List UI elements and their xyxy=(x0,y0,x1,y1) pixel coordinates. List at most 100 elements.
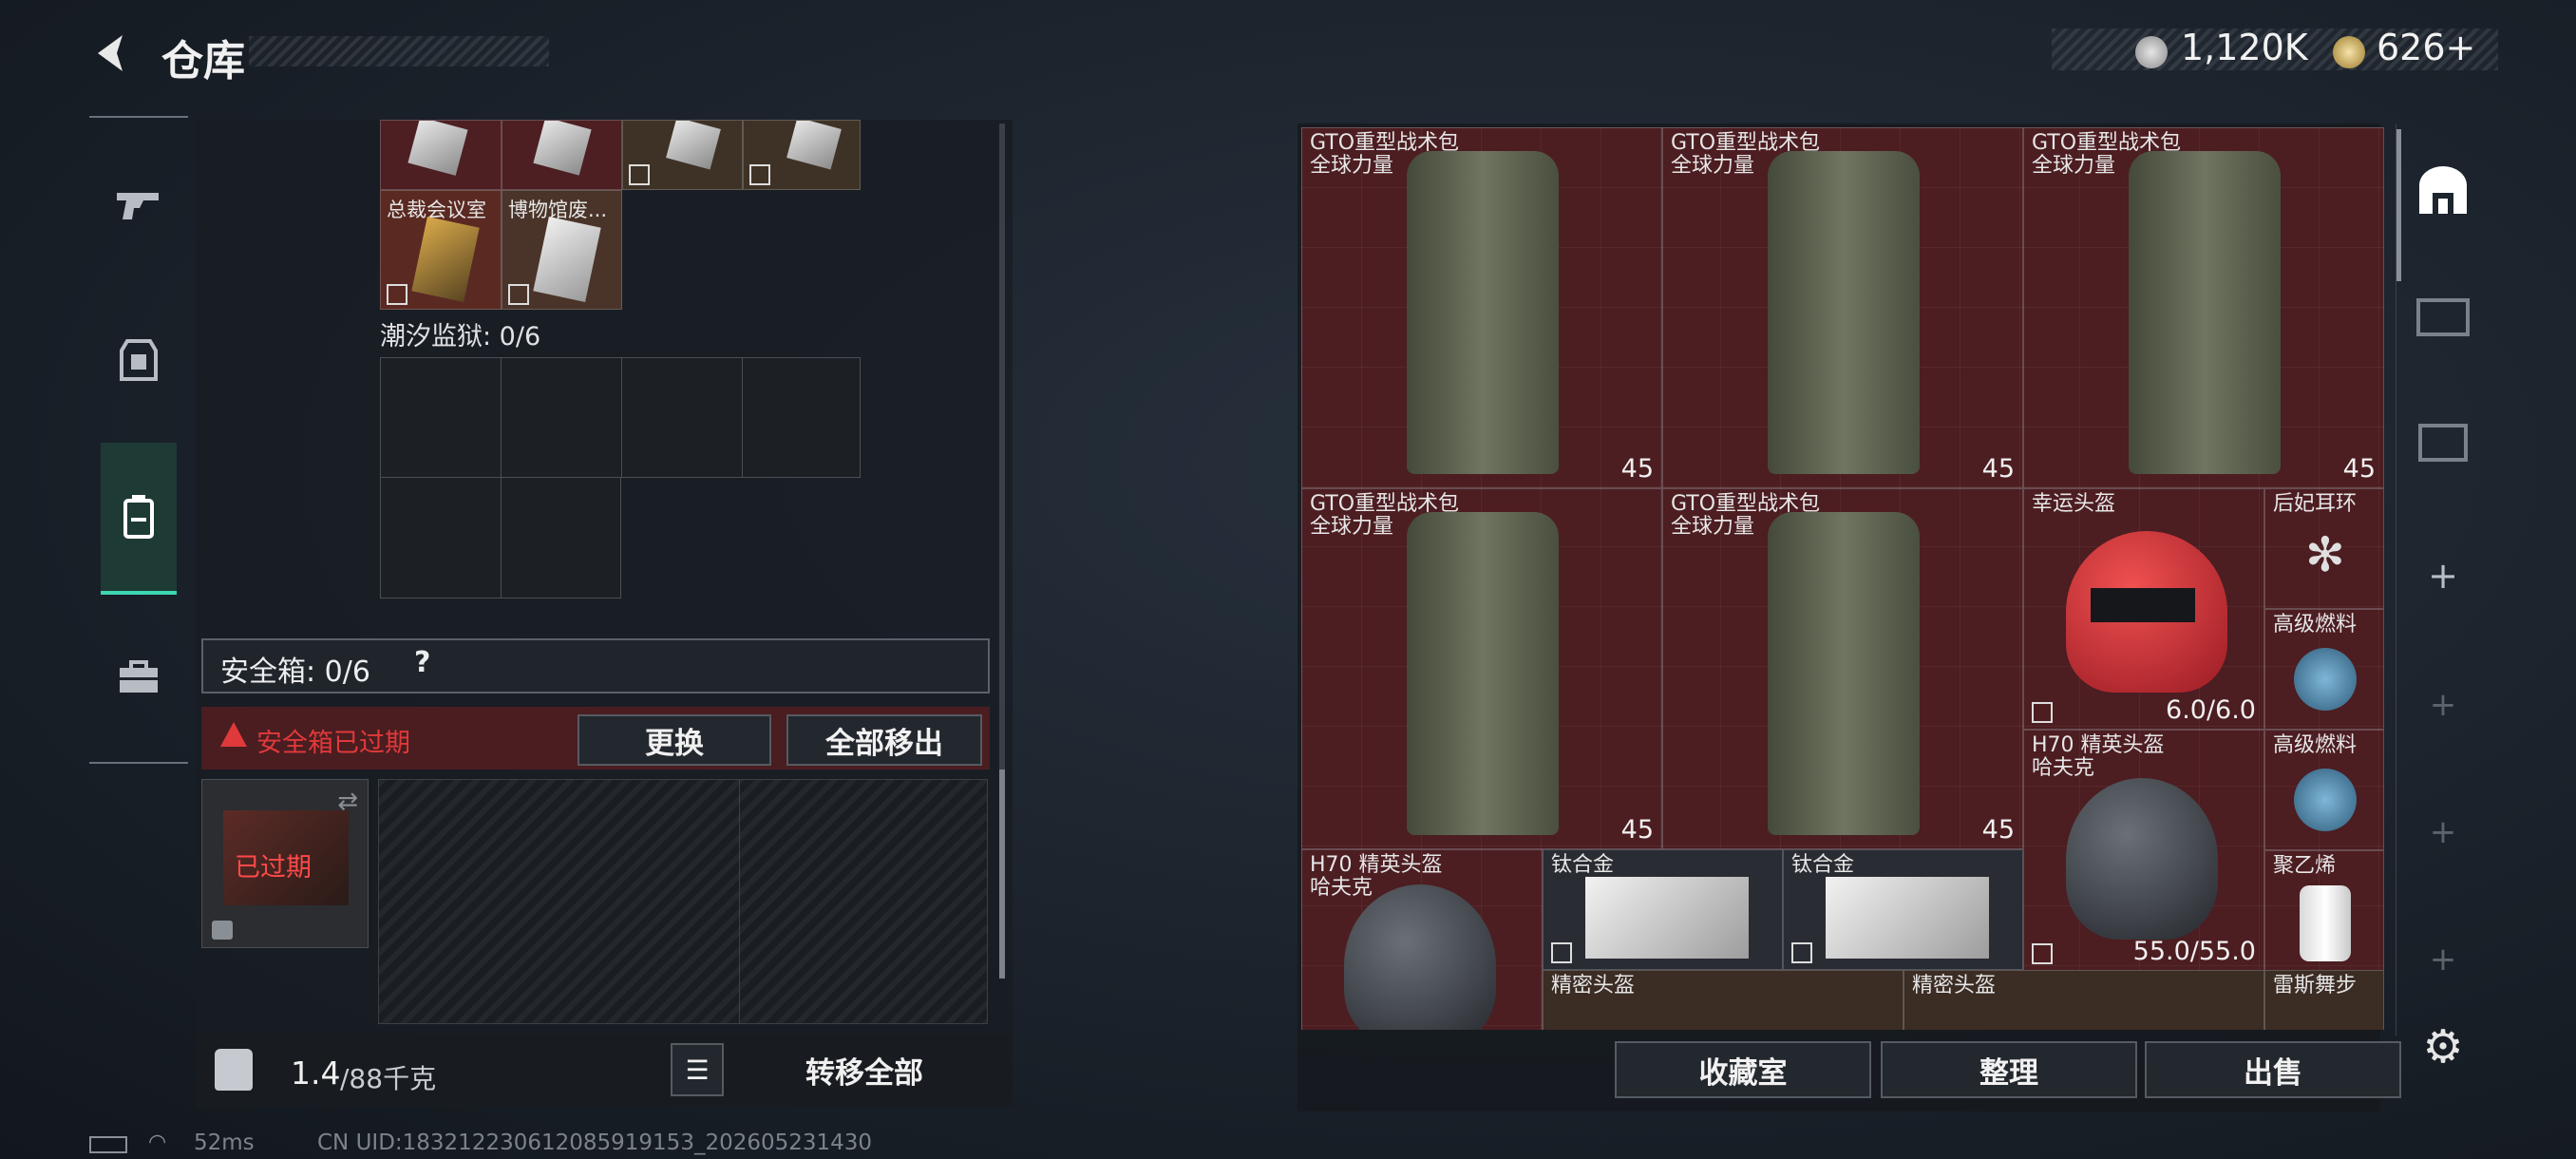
replace-button[interactable]: 更换 xyxy=(578,714,771,766)
stash-item-titanium[interactable]: 钛合金 xyxy=(1783,849,2023,970)
gold-coin-icon[interactable] xyxy=(2333,36,2365,68)
add-container-slot[interactable]: + xyxy=(2403,665,2483,745)
stash-tab[interactable] xyxy=(2403,152,2483,232)
item-count: 45 xyxy=(1981,454,2015,484)
plus-icon: + xyxy=(2429,940,2457,978)
nav-backpack-tab[interactable] xyxy=(101,443,177,595)
currency1-value: 1,120K xyxy=(2181,27,2308,68)
backpack-icon xyxy=(1768,512,1920,835)
currency2-value[interactable]: 626+ xyxy=(2377,27,2475,68)
inventory-item[interactable] xyxy=(380,120,502,190)
item-count: 45 xyxy=(1981,815,2015,845)
add-container-slot[interactable]: + xyxy=(2403,920,2483,999)
document-icon xyxy=(533,121,592,176)
item-brand: 全球力量 xyxy=(1671,154,1755,178)
collection-room-button[interactable]: 收藏室 xyxy=(1615,1041,1871,1098)
swap-icon: ⇄ xyxy=(337,788,358,816)
stash-item-backpack[interactable]: GTO重型战术包 全球力量 45 xyxy=(1301,488,1662,849)
silver-coin-icon xyxy=(2135,36,2168,68)
durability: 55.0/55.0 xyxy=(2132,937,2256,966)
keycard-icon xyxy=(411,217,480,302)
weight-icon xyxy=(215,1049,253,1091)
weight-current: 1.4 xyxy=(291,1054,341,1092)
item-count: 45 xyxy=(2342,454,2376,484)
backpack-icon xyxy=(2129,151,2281,474)
expired-badge: 已过期 xyxy=(235,853,312,883)
container-tab-4[interactable] xyxy=(2403,277,2483,357)
key-slot[interactable] xyxy=(380,477,502,598)
spool-icon xyxy=(2300,885,2351,961)
inventory-item[interactable] xyxy=(502,120,622,190)
stash-item-fuel[interactable]: 高级燃料 xyxy=(2264,730,2384,850)
nav-weapon-tab[interactable] xyxy=(89,162,188,247)
backpack-icon xyxy=(1407,151,1559,474)
inventory-item[interactable] xyxy=(743,120,861,190)
stash-item-backpack[interactable]: GTO重型战术包 全球力量 45 xyxy=(1662,127,2023,488)
helmet-icon xyxy=(1344,884,1496,1030)
case-icon xyxy=(2416,298,2470,336)
no-trade-icon xyxy=(749,164,770,185)
helmet-icon xyxy=(2066,778,2218,940)
item-name: 高级燃料 xyxy=(2273,733,2358,757)
move-all-out-button[interactable]: 全部移出 xyxy=(786,714,982,766)
stash-item-titanium[interactable]: 钛合金 xyxy=(1543,849,1783,970)
key-slot[interactable] xyxy=(621,357,743,478)
item-name: 幸运头盔 xyxy=(2032,492,2116,516)
add-container-button[interactable]: + xyxy=(2403,536,2483,616)
keycard-icon xyxy=(533,217,601,302)
title-decoration xyxy=(249,36,549,66)
back-button[interactable] xyxy=(85,27,139,80)
help-icon[interactable]: ? xyxy=(414,646,430,679)
durability: 6.0/6.0 xyxy=(2166,695,2256,725)
no-trade-icon xyxy=(1551,942,1572,963)
add-container-slot[interactable]: + xyxy=(2403,792,2483,872)
plus-icon: + xyxy=(2429,686,2457,724)
earring-icon: ✻ xyxy=(2305,527,2345,582)
sell-button[interactable]: 出售 xyxy=(2145,1041,2401,1098)
no-trade-icon xyxy=(508,284,529,305)
backpack-scroll-thumb[interactable] xyxy=(999,770,1005,978)
backpack-icon xyxy=(1407,512,1559,835)
item-name: 后妃耳环 xyxy=(2273,492,2358,516)
stash-item-precision-helmet[interactable]: 精密头盔 xyxy=(1543,970,1904,1030)
item-count: 45 xyxy=(1620,454,1654,484)
stash-item-backpack[interactable]: GTO重型战术包 全球力量 45 xyxy=(1301,127,1662,488)
safebox-item[interactable]: ⇄ 已过期 xyxy=(201,779,369,948)
inventory-item[interactable] xyxy=(622,120,743,190)
stash-item-lucky-helmet[interactable]: 幸运头盔 6.0/6.0 xyxy=(2023,488,2264,730)
list-view-button[interactable]: ☰ xyxy=(671,1043,724,1096)
stash-item-backpack[interactable]: GTO重型战术包 全球力量 45 xyxy=(2023,127,2384,488)
warning-icon xyxy=(220,722,247,747)
fuel-can-icon xyxy=(2294,648,2357,711)
stash-item-fuel[interactable]: 高级燃料 xyxy=(2264,609,2384,730)
document-icon xyxy=(407,121,468,176)
stash-item-rhes[interactable]: 雷斯舞步 xyxy=(2264,970,2384,1030)
item-name: 精密头盔 xyxy=(1551,974,1636,998)
container-tab-4b[interactable] xyxy=(2403,403,2483,483)
nav-tools-tab[interactable] xyxy=(89,635,188,720)
inventory-item[interactable]: 总裁会议室 xyxy=(380,190,502,310)
stash-item-polyethylene[interactable]: 聚乙烯 xyxy=(2264,850,2384,971)
transfer-all-button[interactable]: 转移全部 xyxy=(750,1049,978,1094)
inventory-item[interactable]: 博物馆废... xyxy=(502,190,622,310)
item-count: 45 xyxy=(1620,815,1654,845)
item-name: H70 精英头盔 xyxy=(2032,733,2165,757)
safebox-label: 安全箱: 0/6 xyxy=(220,656,370,689)
nav-armor-tab[interactable] xyxy=(89,317,188,403)
ping-text: 52ms xyxy=(194,1130,255,1155)
stash-item-earring[interactable]: 后妃耳环 ✻ xyxy=(2264,488,2384,609)
key-slot[interactable] xyxy=(742,357,861,478)
stash-item-h70-helmet[interactable]: H70 精英头盔 哈夫克 55.0/55.0 xyxy=(2023,730,2264,971)
organize-button[interactable]: 整理 xyxy=(1881,1041,2137,1098)
key-slot[interactable] xyxy=(501,477,621,598)
stash-item-backpack[interactable]: GTO重型战术包 全球力量 45 xyxy=(1662,488,2023,849)
item-brand: 全球力量 xyxy=(1671,515,1755,539)
settings-button[interactable]: ⚙ xyxy=(2403,1007,2483,1087)
backpack-icon xyxy=(123,495,154,539)
stash-item-precision-helmet[interactable]: 精密头盔 xyxy=(1904,970,2264,1030)
item-brand: 哈夫克 xyxy=(2032,756,2095,780)
stash-item-h70-helmet[interactable]: H70 精英头盔 哈夫克 xyxy=(1301,849,1543,1030)
key-slot[interactable] xyxy=(380,357,502,478)
key-slot[interactable] xyxy=(501,357,622,478)
tide-prison-label: 潮汐监狱: 0/6 xyxy=(380,322,541,352)
